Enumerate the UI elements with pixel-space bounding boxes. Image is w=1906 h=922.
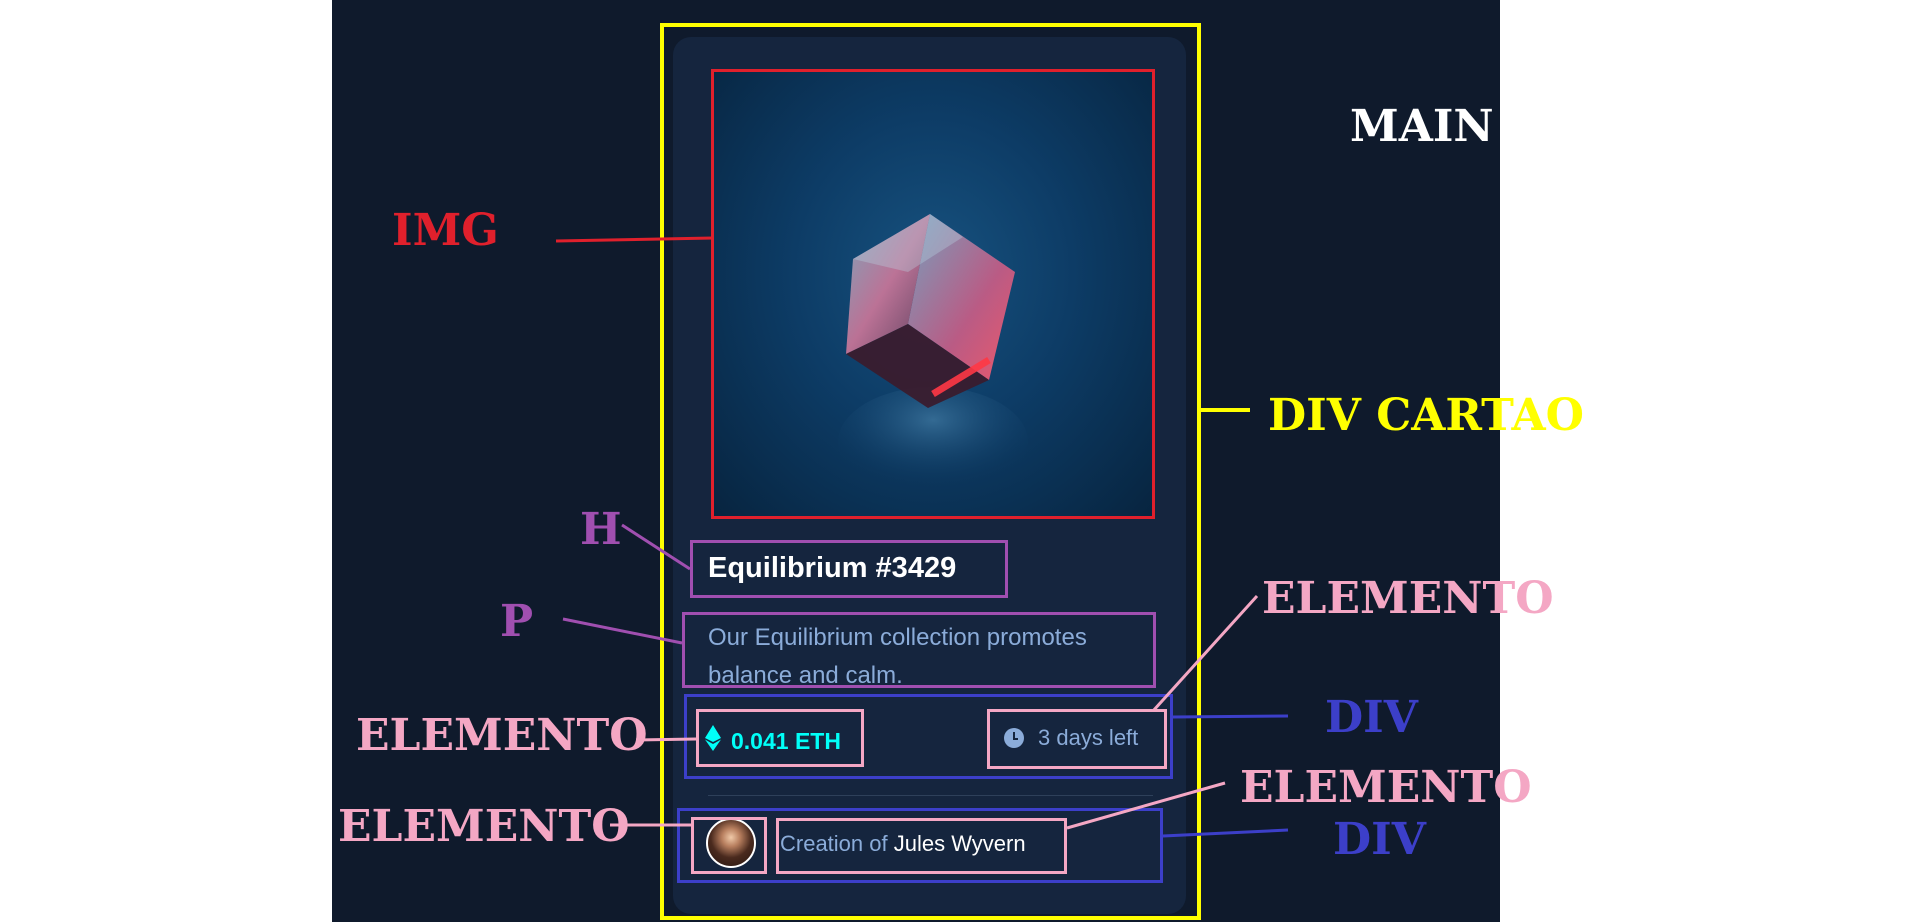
elemento-avatar-label: ELEMENTO [338, 801, 630, 852]
main-label: MAIN [1350, 101, 1494, 152]
elemento-creator-label: ELEMENTO [1240, 762, 1532, 813]
div-stats-label: DIV [1325, 692, 1418, 743]
img-label: IMG [392, 205, 499, 256]
avatar-annotation-box [691, 817, 767, 874]
time-annotation-box [987, 709, 1167, 769]
div-creator-label: DIV [1333, 814, 1426, 865]
div-cartao-label: DIV CARTAO [1268, 390, 1584, 441]
elemento-price-label: ELEMENTO [356, 710, 648, 761]
creator-annotation-box [776, 818, 1067, 874]
img-annotation-box [711, 69, 1155, 519]
elemento-time-label: ELEMENTO [1262, 573, 1554, 624]
price-annotation-box [696, 709, 864, 767]
p-label: P [500, 596, 534, 647]
h-label: H [580, 504, 622, 555]
p-annotation-box [682, 612, 1156, 688]
h-annotation-box [690, 540, 1008, 598]
